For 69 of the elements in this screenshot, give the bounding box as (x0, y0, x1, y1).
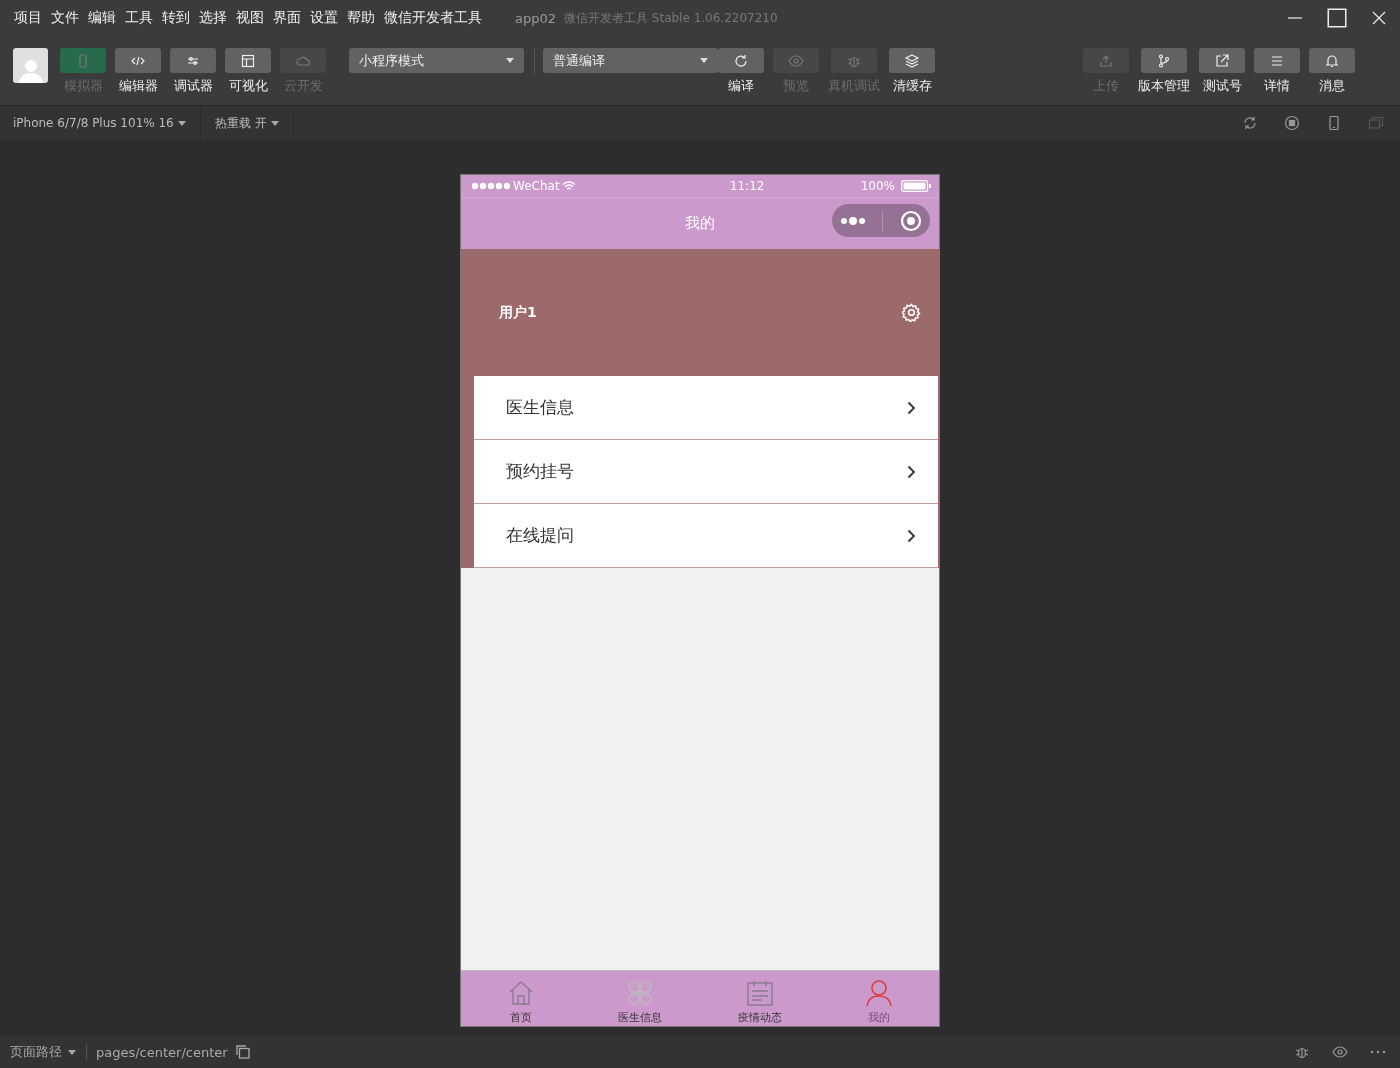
wifi-icon (561, 181, 576, 191)
user-silhouette-icon (17, 57, 44, 83)
clover-icon (626, 979, 655, 1007)
chevron-right-icon (907, 400, 916, 415)
calendar-icon (745, 979, 774, 1007)
battery-text: 100% (860, 179, 895, 193)
battery-icon (901, 180, 931, 192)
toolbar-button[interactable]: 版本管理 (1138, 48, 1190, 95)
device-dropdown[interactable]: iPhone 6/7/8 Plus 101% 16 (13, 105, 201, 141)
close-icon (1371, 10, 1387, 26)
menu-row-label: 在线提问 (506, 524, 574, 547)
menu-item[interactable]: 选择 (199, 9, 227, 27)
caret-icon (506, 58, 514, 63)
close-miniprogram-button[interactable] (899, 209, 922, 232)
tab-bar-item[interactable]: 医生信息 (580, 971, 700, 1026)
caret-icon (700, 58, 708, 63)
more-icon (840, 215, 867, 226)
caret-icon (177, 120, 186, 126)
menu-item[interactable]: 设置 (310, 9, 338, 27)
menu-row-label: 医生信息 (506, 396, 574, 419)
refresh-icon[interactable] (1242, 115, 1258, 131)
page-title: 我的 (685, 214, 715, 233)
minimize-icon (1287, 17, 1303, 19)
refresh-icon (733, 52, 749, 69)
clock-text: 11:12 (728, 179, 765, 193)
menu-item[interactable]: 微信开发者工具 (384, 9, 482, 27)
signal-dots-icon (471, 182, 511, 190)
copy-icon[interactable] (235, 1045, 250, 1059)
page-path-dropdown[interactable]: 页面路径 (10, 1044, 87, 1060)
menu-item[interactable]: 工具 (125, 9, 153, 27)
menu-row[interactable]: 预约挂号 (474, 440, 938, 504)
hot-reload-dropdown[interactable]: 热重载 开 (214, 105, 294, 141)
menu-item[interactable]: 视图 (236, 9, 264, 27)
window-title: app02 (515, 10, 556, 26)
page-path: pages/center/center (96, 1044, 228, 1060)
maximize-icon (1327, 8, 1347, 28)
menu-item[interactable]: 转到 (162, 9, 190, 27)
menu-item[interactable]: 文件 (51, 9, 79, 27)
chevron-right-icon (907, 528, 916, 543)
carrier-text: WeChat (513, 179, 560, 193)
caret-icon (270, 120, 279, 126)
layout-icon (240, 52, 256, 69)
menu-row-label: 预约挂号 (506, 460, 574, 483)
phone-icon[interactable] (1326, 115, 1342, 131)
target-icon (899, 209, 922, 232)
tab-bar-item[interactable]: 疫情动态 (700, 971, 820, 1026)
settings-icon[interactable] (902, 303, 921, 322)
tab-bar-item[interactable]: 首页 (461, 971, 581, 1026)
more-icon[interactable] (1370, 1050, 1386, 1054)
menu-item[interactable]: 编辑 (88, 9, 116, 27)
mode-dropdown[interactable]: 小程序模式 (349, 48, 524, 73)
username: 用户1 (499, 303, 537, 322)
menu-item[interactable]: 帮助 (347, 9, 375, 27)
menu-row[interactable]: 医生信息 (474, 376, 938, 440)
branch-icon (1156, 52, 1172, 69)
more-button[interactable] (840, 215, 867, 226)
eye-icon (788, 52, 804, 69)
layers-icon (904, 52, 920, 69)
caret-icon (68, 1049, 76, 1055)
external-link-icon (1214, 52, 1230, 69)
menu-item[interactable]: 界面 (273, 9, 301, 27)
person-icon (865, 979, 894, 1007)
chevron-right-icon (907, 464, 916, 479)
menu-item[interactable]: 项目 (14, 9, 42, 27)
compile-dropdown[interactable]: 普通编译 (543, 48, 718, 73)
bell-icon (1324, 52, 1340, 69)
eye-icon[interactable] (1332, 1044, 1348, 1060)
stop-icon[interactable] (1284, 115, 1300, 131)
menu-row[interactable]: 在线提问 (474, 504, 938, 568)
